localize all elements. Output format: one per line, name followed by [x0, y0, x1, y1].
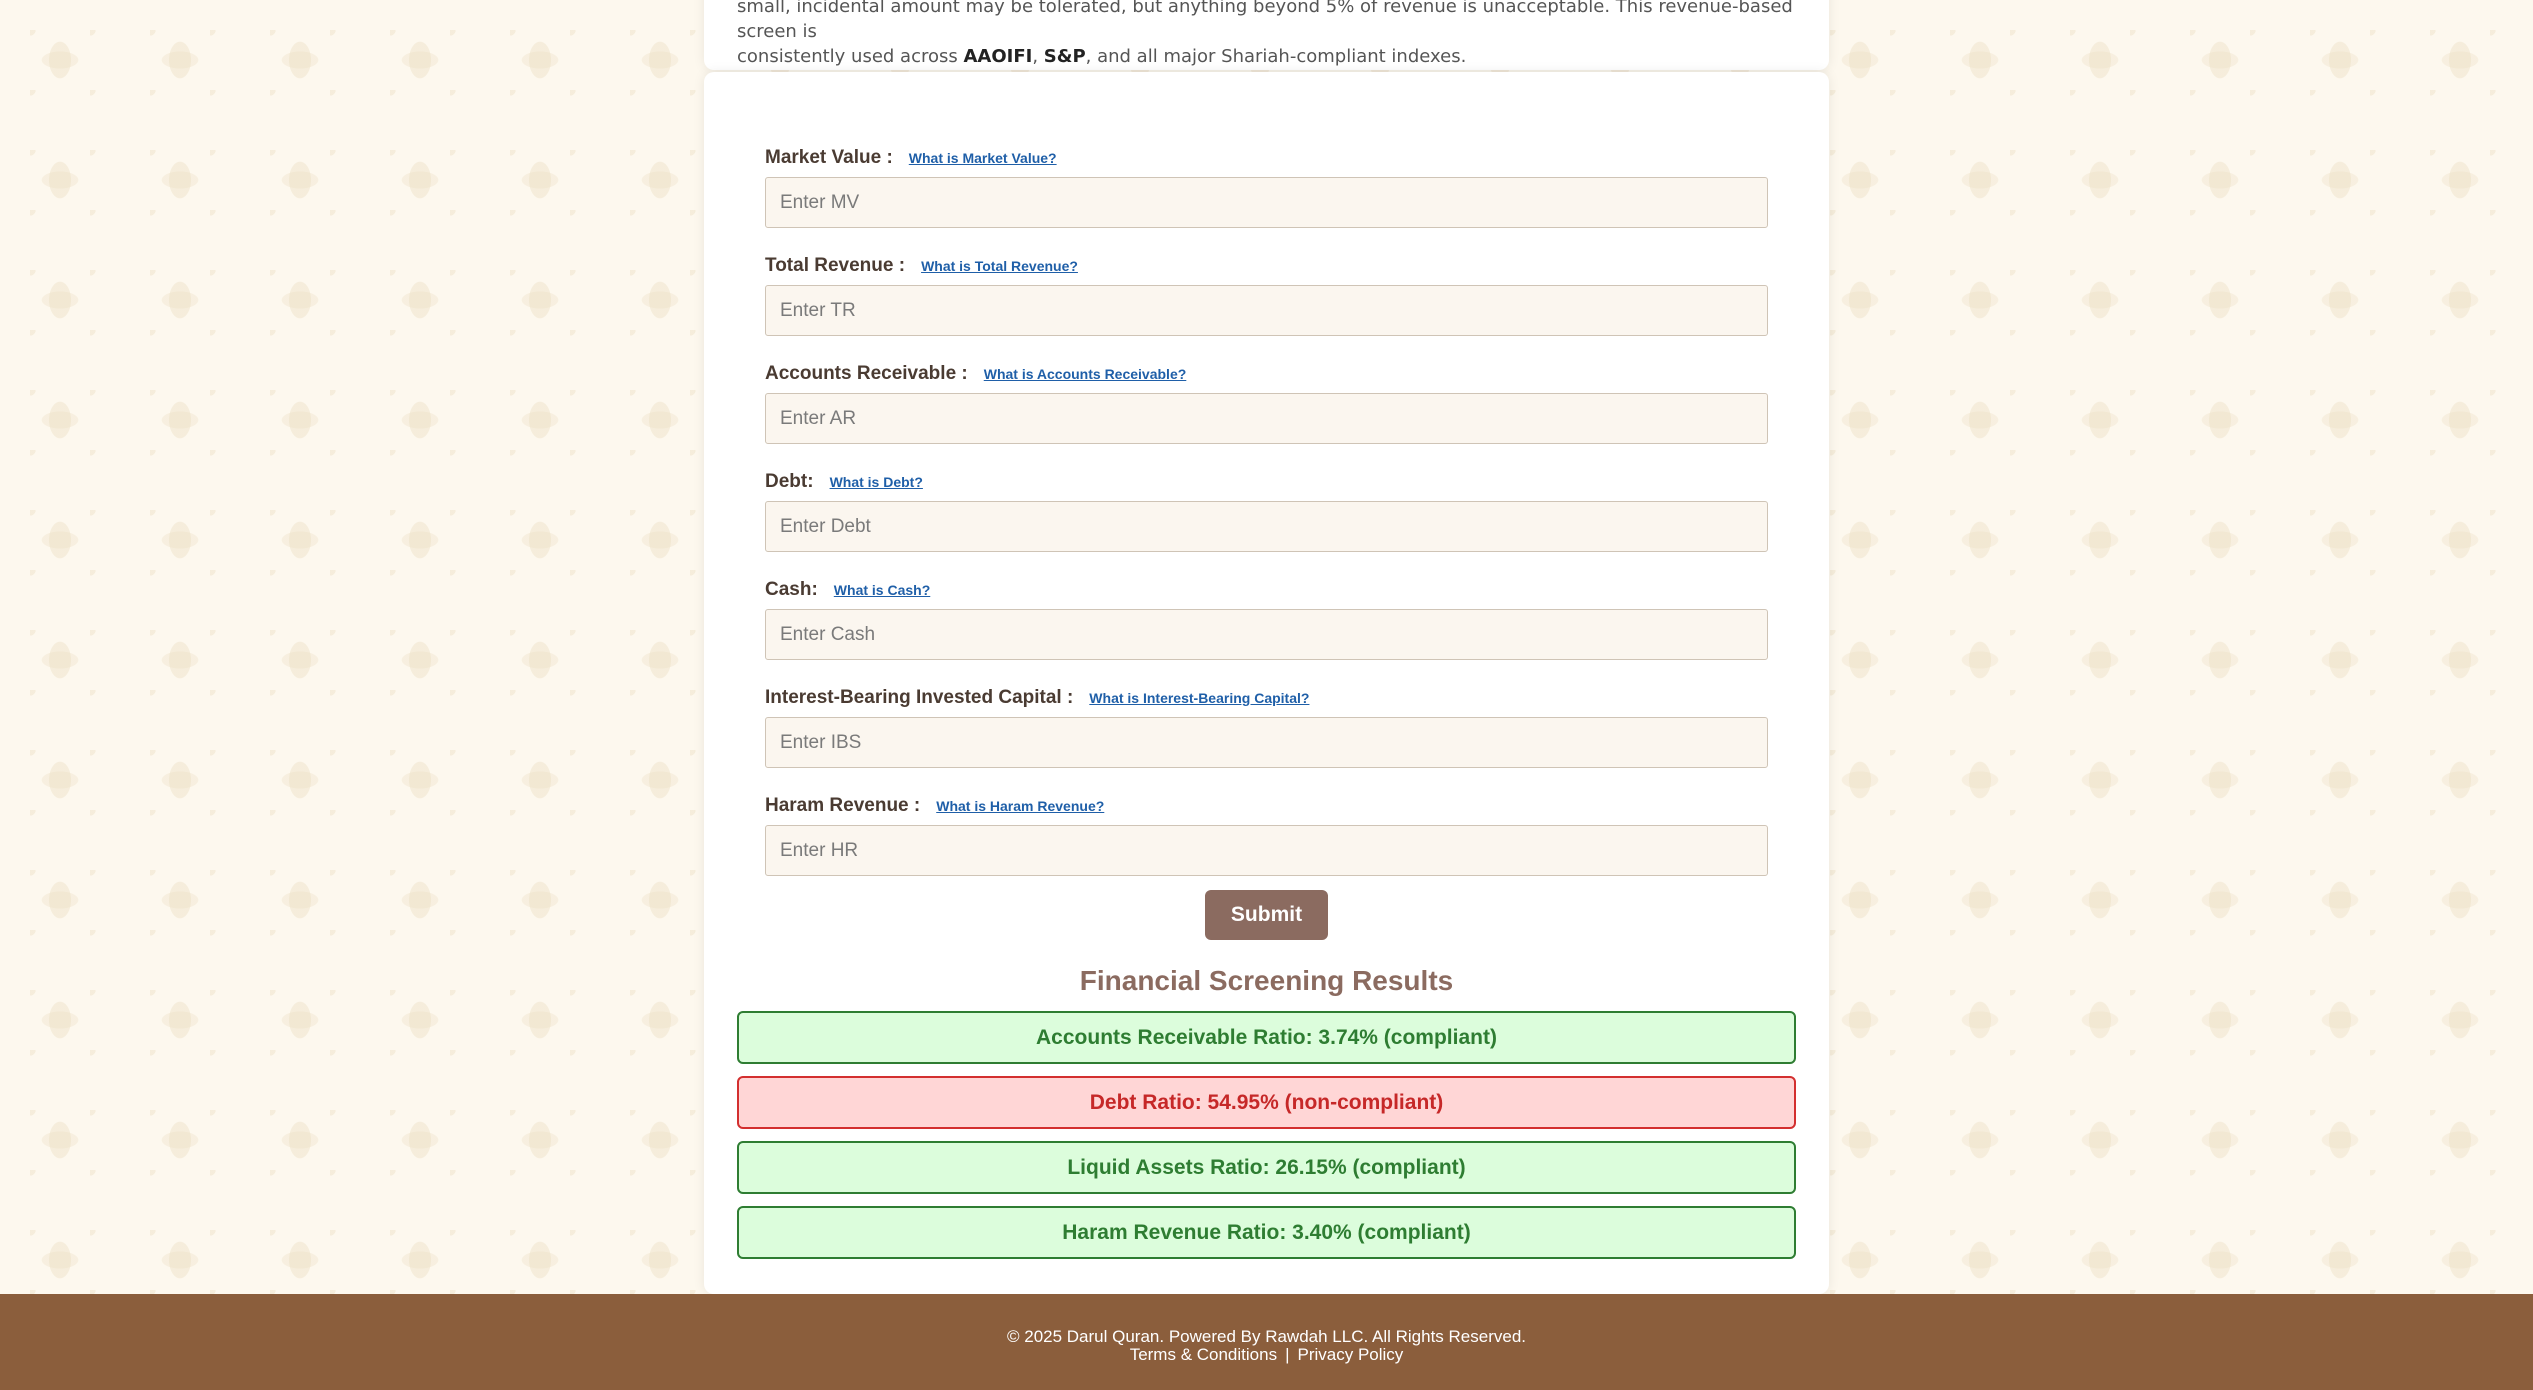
debt-input[interactable]: [765, 501, 1768, 552]
footer-links: Terms & Conditions | Privacy Policy: [0, 1346, 2533, 1364]
total-revenue-help-link[interactable]: What is Total Revenue?: [921, 258, 1078, 274]
accounts-receivable-label: Accounts Receivable :: [765, 363, 968, 384]
haram-revenue-input[interactable]: [765, 825, 1768, 876]
market-value-help-link[interactable]: What is Market Value?: [909, 150, 1057, 166]
interest-bearing-capital-field: Interest-Bearing Invested Capital : What…: [765, 684, 1768, 768]
haram-revenue-label: Haram Revenue :: [765, 795, 921, 816]
cash-help-link[interactable]: What is Cash?: [834, 582, 930, 598]
market-value-label: Market Value :: [765, 147, 893, 168]
debt-ratio-result: Debt Ratio: 54.95% (non-compliant): [737, 1076, 1796, 1129]
intro-line-2-prefix: consistently used across: [737, 46, 964, 67]
debt-label: Debt:: [765, 471, 814, 492]
market-value-field: Market Value : What is Market Value?: [765, 144, 1768, 228]
submit-button[interactable]: Submit: [1205, 890, 1328, 940]
intro-line-1: small, incidental amount may be tolerate…: [737, 0, 1793, 42]
debt-field: Debt: What is Debt?: [765, 468, 1768, 552]
cash-input[interactable]: [765, 609, 1768, 660]
accounts-receivable-ratio-result: Accounts Receivable Ratio: 3.74% (compli…: [737, 1011, 1796, 1064]
intro-card: small, incidental amount may be tolerate…: [704, 0, 1829, 70]
liquid-assets-ratio-result: Liquid Assets Ratio: 26.15% (compliant): [737, 1141, 1796, 1194]
haram-revenue-ratio-result: Haram Revenue Ratio: 3.40% (compliant): [737, 1206, 1796, 1259]
interest-bearing-capital-help-link[interactable]: What is Interest-Bearing Capital?: [1089, 690, 1309, 706]
footer: © 2025 Darul Quran. Powered By Rawdah LL…: [0, 1294, 2533, 1390]
total-revenue-input[interactable]: [765, 285, 1768, 336]
terms-link[interactable]: Terms & Conditions: [1130, 1345, 1277, 1364]
debt-help-link[interactable]: What is Debt?: [830, 474, 923, 490]
intro-line-2-suffix: , and all major Shariah-compliant indexe…: [1085, 46, 1467, 67]
privacy-link[interactable]: Privacy Policy: [1298, 1345, 1404, 1364]
footer-separator: |: [1285, 1345, 1290, 1364]
cash-label: Cash:: [765, 579, 818, 600]
interest-bearing-capital-input[interactable]: [765, 717, 1768, 768]
sp-text: S&P: [1043, 46, 1086, 67]
accounts-receivable-field: Accounts Receivable : What is Accounts R…: [765, 360, 1768, 444]
market-value-input[interactable]: [765, 177, 1768, 228]
cash-field: Cash: What is Cash?: [765, 576, 1768, 660]
interest-bearing-capital-label: Interest-Bearing Invested Capital :: [765, 687, 1074, 708]
intro-text: small, incidental amount may be tolerate…: [737, 0, 1796, 69]
results-title: Financial Screening Results: [1079, 965, 1454, 996]
total-revenue-field: Total Revenue : What is Total Revenue?: [765, 252, 1768, 336]
accounts-receivable-help-link[interactable]: What is Accounts Receivable?: [984, 366, 1187, 382]
accounts-receivable-input[interactable]: [765, 393, 1768, 444]
aaoifi-text: AAOIFI: [963, 46, 1033, 67]
copyright-text: © 2025 Darul Quran. Powered By Rawdah LL…: [1006, 1327, 1526, 1346]
haram-revenue-help-link[interactable]: What is Haram Revenue?: [936, 798, 1104, 814]
intro-comma: ,: [1032, 46, 1044, 67]
screening-form-card: Market Value : What is Market Value? Tot…: [704, 72, 1829, 1294]
total-revenue-label: Total Revenue :: [765, 255, 906, 276]
haram-revenue-field: Haram Revenue : What is Haram Revenue?: [765, 792, 1768, 876]
